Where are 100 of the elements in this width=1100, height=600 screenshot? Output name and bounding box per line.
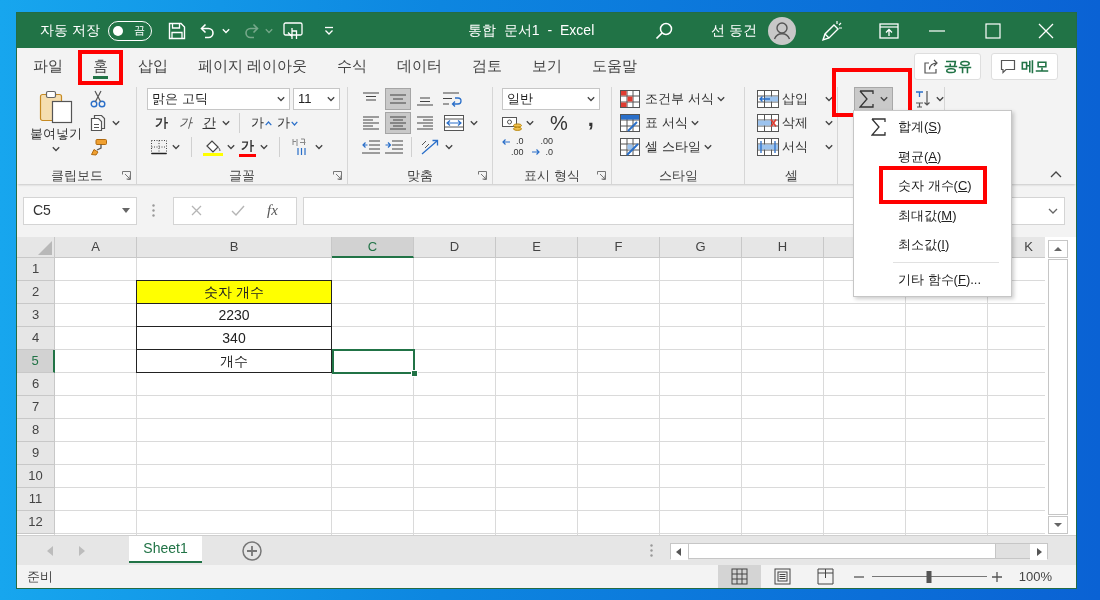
- caret-icon[interactable]: [112, 120, 120, 126]
- decrease-decimal-button[interactable]: .00 .0: [531, 136, 554, 158]
- column-header[interactable]: D: [414, 237, 496, 258]
- insert-function-button[interactable]: fx: [267, 199, 278, 222]
- menu-item[interactable]: 최소값(I): [854, 235, 1011, 254]
- autosum-button[interactable]: [854, 87, 893, 111]
- scroll-right-icon[interactable]: [1030, 543, 1047, 560]
- ribbon-tab[interactable]: 페이지 레이아웃: [183, 48, 323, 85]
- format-as-table-button[interactable]: 표 서식: [620, 113, 699, 133]
- ribbon-tab[interactable]: 데이터: [382, 48, 458, 85]
- dialog-launcher-icon[interactable]: [478, 171, 487, 181]
- accounting-format-icon[interactable]: [502, 115, 522, 131]
- collapse-ribbon-icon[interactable]: [1050, 171, 1062, 178]
- row-header[interactable]: 8: [17, 419, 55, 442]
- zoom-in-icon[interactable]: [991, 571, 1002, 582]
- conditional-formatting-button[interactable]: 조건부 서식: [620, 89, 725, 109]
- minimize-icon[interactable]: [929, 29, 945, 32]
- comma-style-button[interactable]: ,: [587, 112, 594, 134]
- ribbon-display-icon[interactable]: [879, 22, 899, 39]
- italic-button[interactable]: 가: [174, 112, 196, 134]
- row-header[interactable]: 11: [17, 488, 55, 511]
- wrap-text-icon[interactable]: [443, 91, 463, 107]
- maximize-icon[interactable]: [985, 22, 1001, 39]
- caret-icon[interactable]: [222, 120, 230, 126]
- sheet-tab[interactable]: Sheet1: [129, 536, 202, 563]
- caret-icon[interactable]: [227, 144, 235, 150]
- increase-font-size-button[interactable]: 가: [249, 112, 273, 134]
- cut-icon[interactable]: [90, 90, 106, 108]
- save-icon[interactable]: [167, 21, 186, 40]
- column-header[interactable]: A: [55, 237, 137, 258]
- undo-icon[interactable]: [198, 21, 217, 40]
- menu-item[interactable]: 숫자 개수(C): [854, 176, 1011, 195]
- horizontal-scrollbar-thumb[interactable]: [688, 543, 996, 558]
- font-name-field[interactable]: 맑은 고딕: [147, 88, 290, 110]
- ribbon-tab[interactable]: 삽입: [123, 48, 183, 85]
- caret-icon[interactable]: [936, 96, 944, 102]
- caret-icon[interactable]: [526, 120, 534, 126]
- ribbon-tab[interactable]: 보기: [517, 48, 578, 85]
- close-icon[interactable]: [1038, 22, 1054, 39]
- text-orientation-icon[interactable]: [420, 138, 440, 156]
- user-avatar-icon[interactable]: [768, 16, 796, 45]
- borders-icon[interactable]: [150, 139, 168, 155]
- search-icon[interactable]: [655, 21, 674, 40]
- number-format-field[interactable]: 일반: [502, 88, 600, 110]
- dialog-launcher-icon[interactable]: [333, 171, 342, 181]
- increase-indent-icon[interactable]: [385, 140, 403, 154]
- column-header[interactable]: F: [578, 237, 660, 258]
- caret-icon[interactable]: [315, 144, 323, 150]
- decrease-font-size-button[interactable]: 가: [275, 112, 299, 134]
- row-header[interactable]: 5: [17, 350, 55, 373]
- expand-icon[interactable]: [1048, 207, 1058, 214]
- dialog-launcher-icon[interactable]: [122, 171, 131, 181]
- horizontal-scrollbar[interactable]: [670, 542, 1048, 559]
- menu-item[interactable]: 최대값(M): [854, 206, 1011, 225]
- scroll-down-icon[interactable]: [1048, 516, 1068, 534]
- zoom-out-icon[interactable]: [853, 575, 864, 578]
- row-header[interactable]: 2: [17, 281, 55, 304]
- underline-button[interactable]: 간: [198, 112, 220, 134]
- touch-mode-icon[interactable]: [282, 21, 303, 40]
- row-header[interactable]: 9: [17, 442, 55, 465]
- increase-decimal-button[interactable]: .0 .00: [502, 136, 524, 158]
- row-header[interactable]: 1: [17, 258, 55, 281]
- decrease-indent-icon[interactable]: [362, 140, 380, 154]
- merge-center-icon[interactable]: [444, 115, 464, 131]
- ribbon-tab[interactable]: 도움말: [577, 48, 653, 85]
- row-header[interactable]: 3: [17, 304, 55, 327]
- copy-icon[interactable]: [90, 114, 106, 132]
- row-header[interactable]: 6: [17, 373, 55, 396]
- column-header[interactable]: B: [137, 237, 332, 258]
- ribbon-tab[interactable]: 검토: [457, 48, 518, 85]
- add-sheet-icon[interactable]: [242, 540, 262, 561]
- caret-icon[interactable]: [445, 144, 453, 150]
- caret-icon[interactable]: [172, 144, 180, 150]
- menu-item[interactable]: 합계(S): [854, 117, 1011, 136]
- drag-handle-icon[interactable]: [650, 544, 653, 557]
- caret-icon[interactable]: [260, 144, 268, 150]
- bold-button[interactable]: 가: [150, 112, 172, 134]
- scroll-left-icon[interactable]: [671, 543, 688, 560]
- menu-item[interactable]: 평균(A): [854, 147, 1011, 166]
- column-header[interactable]: C: [332, 237, 414, 258]
- dialog-launcher-icon[interactable]: [597, 171, 606, 181]
- name-box[interactable]: C5: [23, 196, 137, 225]
- row-header[interactable]: 12: [17, 511, 55, 534]
- column-header[interactable]: H: [742, 237, 824, 258]
- comments-button[interactable]: 메모: [991, 53, 1058, 80]
- paste-button[interactable]: 붙여넣기: [28, 87, 84, 155]
- row-header[interactable]: 10: [17, 465, 55, 488]
- percent-style-button[interactable]: %: [550, 113, 568, 133]
- zoom-slider-thumb[interactable]: [926, 570, 932, 583]
- cell-styles-button[interactable]: 셀 스타일: [620, 137, 712, 157]
- sort-filter-icon[interactable]: [915, 89, 931, 109]
- selected-cell[interactable]: [332, 349, 418, 377]
- insert-cells-button[interactable]: 삽입: [757, 89, 833, 109]
- row-header[interactable]: 4: [17, 327, 55, 350]
- pen-icon[interactable]: [820, 19, 842, 42]
- share-button[interactable]: 공유: [914, 53, 981, 80]
- column-header[interactable]: E: [496, 237, 578, 258]
- vertical-scrollbar-thumb[interactable]: [1048, 259, 1068, 515]
- drag-handle-icon[interactable]: [152, 204, 155, 217]
- row-header[interactable]: 7: [17, 396, 55, 419]
